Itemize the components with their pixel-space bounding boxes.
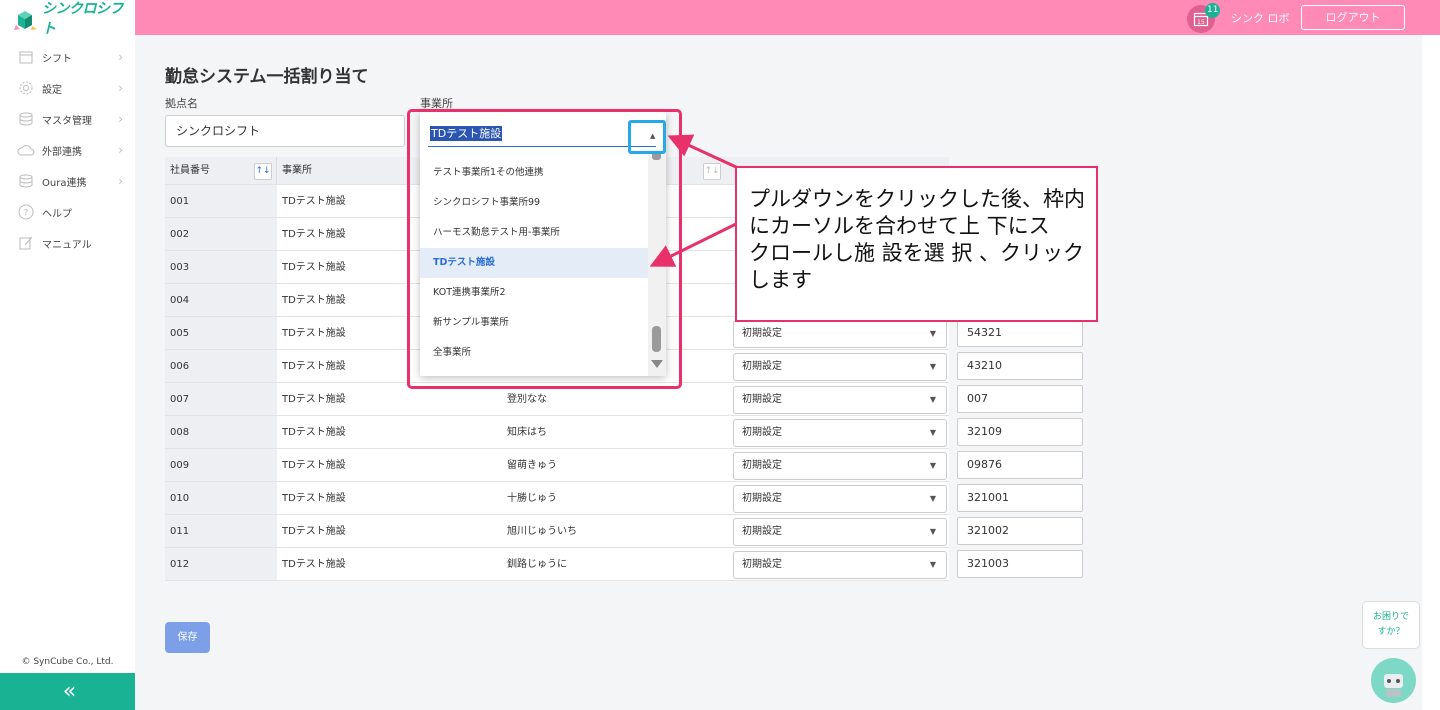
page-title: 勤怠システム一括割り当て (165, 67, 369, 87)
top-header (0, 0, 1440, 35)
table-cell-name: 十勝じゅう (502, 482, 727, 515)
callout-line: します (749, 268, 812, 292)
column-header-id: 社員番号 ↑↓ (165, 157, 277, 185)
sort-icon[interactable]: ↑↓ (703, 163, 721, 180)
callout-line: にカーソルを合わせて上 下にス (749, 214, 1050, 238)
setting-select[interactable]: 初期設定 ▼ (733, 419, 947, 447)
table-cell-name: 旭川じゅういち (502, 515, 727, 548)
attendance-code-input[interactable]: 54321 (957, 319, 1083, 347)
table-cell-name: 留萌きゅう (502, 449, 727, 482)
sidebar-item-master[interactable]: マスタ管理 › (0, 106, 135, 132)
edit-icon (16, 234, 36, 252)
sidebar-item-help[interactable]: ? ヘルプ (0, 199, 135, 225)
attendance-code-input[interactable]: 321001 (957, 484, 1083, 512)
help-bubble[interactable]: お困りで すか？ (1362, 601, 1420, 649)
sidebar-item-settings[interactable]: 設定 › (0, 75, 135, 101)
chevron-right-icon: › (118, 50, 123, 64)
setting-select[interactable]: 初期設定 ▼ (733, 386, 947, 414)
logo-icon (12, 5, 38, 31)
database-icon (16, 110, 36, 128)
callout-line: クロールし施 設を選 択 、クリック (749, 241, 1085, 265)
table-cell-name: 知床はち (502, 416, 727, 449)
cloud-icon (16, 141, 36, 159)
sidebar: シフト › 設定 › マスタ管理 › 外部連携 › Oura連携 › ? ヘルプ… (0, 35, 135, 710)
table-cell-office: TDテスト施設 (277, 515, 502, 548)
callout-line: プルダウンをクリックした後、枠内 (749, 187, 1085, 211)
base-name-field[interactable]: シンクロシフト (165, 115, 405, 147)
table-cell-id: 002 (165, 218, 277, 251)
save-button[interactable]: 保存 (165, 622, 210, 653)
attendance-code-input[interactable]: 321003 (957, 550, 1083, 578)
svg-text:?: ? (24, 209, 29, 219)
caret-down-icon: ▼ (929, 428, 936, 437)
sidebar-item-external[interactable]: 外部連携 › (0, 137, 135, 163)
setting-select[interactable]: 初期設定 ▼ (733, 551, 947, 579)
sidebar-item-label: ヘルプ (42, 208, 72, 220)
gear-icon (16, 79, 36, 97)
instruction-callout: プルダウンをクリックした後、枠内 にカーソルを合わせて上 下にス クロールし施 … (735, 166, 1098, 322)
caret-highlight-box (628, 120, 666, 154)
setting-select[interactable]: 初期設定 ▼ (733, 485, 947, 513)
setting-select[interactable]: 初期設定 ▼ (733, 353, 947, 381)
copyright: © SynCube Co., Ltd. (21, 657, 114, 667)
table-cell-office: TDテスト施設 (277, 482, 502, 515)
setting-select[interactable]: 初期設定 ▼ (733, 320, 947, 348)
table-cell-id: 005 (165, 317, 277, 350)
attendance-code-input[interactable]: 32109 (957, 418, 1083, 446)
sidebar-item-label: シフト (42, 53, 72, 65)
robot-avatar-icon[interactable] (1371, 658, 1416, 703)
attendance-code-input[interactable]: 09876 (957, 451, 1083, 479)
table-cell-id: 003 (165, 251, 277, 284)
logout-button[interactable]: ログアウト (1301, 5, 1405, 30)
sidebar-item-manual[interactable]: マニュアル (0, 230, 135, 256)
chevron-right-icon: › (118, 112, 123, 126)
attendance-code-input[interactable]: 007 (957, 385, 1083, 413)
attendance-code-input[interactable]: 321002 (957, 517, 1083, 545)
attendance-code-input[interactable]: 43210 (957, 352, 1083, 380)
setting-select[interactable]: 初期設定 ▼ (733, 518, 947, 546)
svg-text:15: 15 (1197, 19, 1205, 26)
table-cell-id: 004 (165, 284, 277, 317)
sidebar-item-label: マニュアル (42, 239, 92, 251)
table-cell-office: TDテスト施設 (277, 548, 502, 581)
help-icon: ? (16, 203, 36, 221)
setting-select[interactable]: 初期設定 ▼ (733, 452, 947, 480)
database-icon (16, 172, 36, 190)
base-label: 拠点名 (165, 97, 198, 110)
caret-down-icon: ▼ (929, 494, 936, 503)
sort-icon[interactable]: ↑↓ (254, 163, 272, 180)
table-cell-id: 010 (165, 482, 277, 515)
table-cell-id: 011 (165, 515, 277, 548)
caret-down-icon: ▼ (929, 329, 936, 338)
sidebar-item-label: Oura連携 (42, 177, 87, 189)
chevron-right-icon: › (118, 143, 123, 157)
collapse-sidebar-button[interactable]: « (0, 673, 135, 710)
sidebar-item-label: マスタ管理 (42, 115, 92, 127)
table-cell-id: 009 (165, 449, 277, 482)
table-cell-name: 釧路じゅうに (502, 548, 727, 581)
right-gutter (1422, 35, 1440, 710)
sidebar-item-label: 設定 (42, 84, 62, 96)
sidebar-item-oura[interactable]: Oura連携 › (0, 168, 135, 194)
table-cell-id: 006 (165, 350, 277, 383)
app-logo[interactable]: シンクロシフト (0, 0, 135, 37)
table-cell-office: TDテスト施設 (277, 416, 502, 449)
chevron-right-icon: › (118, 174, 123, 188)
table-cell-id: 008 (165, 416, 277, 449)
caret-down-icon: ▼ (929, 395, 936, 404)
sidebar-item-shift[interactable]: シフト › (0, 44, 135, 70)
chevron-right-icon: › (118, 81, 123, 95)
table-cell-office: TDテスト施設 (277, 449, 502, 482)
caret-down-icon: ▼ (929, 527, 936, 536)
caret-down-icon: ▼ (929, 362, 936, 371)
logo-text: シンクロシフト (42, 0, 124, 37)
user-name: シンク ロボ (1231, 12, 1290, 25)
caret-down-icon: ▼ (929, 461, 936, 470)
calendar-icon (16, 48, 36, 66)
table-cell-id: 001 (165, 185, 277, 218)
caret-down-icon: ▼ (929, 560, 936, 569)
sidebar-item-label: 外部連携 (42, 146, 82, 158)
table-cell-id: 007 (165, 383, 277, 416)
table-cell-id: 012 (165, 548, 277, 581)
